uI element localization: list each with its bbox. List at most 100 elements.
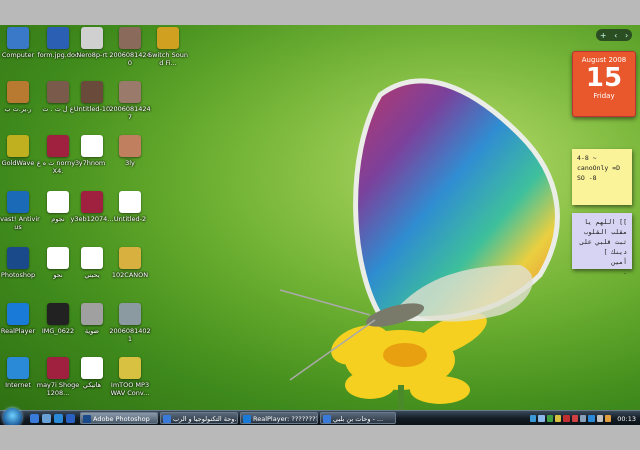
desktop: Computer form.jpg.doc Nero8p-rt 20060814240… xyxy=(0,25,640,425)
start-button[interactable] xyxy=(3,408,22,425)
desktop-icon[interactable]: Photoshop xyxy=(0,247,40,279)
photo-icon xyxy=(119,135,141,157)
system-tray: 00:13 xyxy=(529,411,640,425)
desktop-icon[interactable]: Computer xyxy=(0,27,40,59)
taskbar-button[interactable]: وحة التكنولوجيا و الرب... xyxy=(160,412,238,424)
photoshop-icon xyxy=(7,247,29,269)
tray-icon[interactable] xyxy=(579,415,587,422)
sticky-note-purple[interactable]: ]] اللهم يا مقلب القلوب ثبت قلبي على دين… xyxy=(572,213,632,276)
note-line: canoOnly =D xyxy=(577,164,621,172)
folder-icon xyxy=(119,247,141,269)
desktop-icon[interactable]: 102CANON xyxy=(108,247,152,279)
internet-explorer-icon xyxy=(7,357,29,379)
note-line: أمين xyxy=(611,258,627,266)
desktop-icon-label: 20060814247 xyxy=(109,105,151,121)
internet-explorer-icon[interactable] xyxy=(54,414,63,423)
desktop-icon[interactable]: ImTOO MP3 WAV Conv... xyxy=(108,357,152,397)
tray-icon[interactable] xyxy=(563,415,570,422)
taskbar-button[interactable]: وحات بن بلبي - ... xyxy=(320,412,396,424)
photo-icon xyxy=(47,303,69,325)
note-line: . xyxy=(623,268,627,276)
photo-icon xyxy=(119,303,141,325)
tray-icon[interactable] xyxy=(596,415,603,422)
text-file-icon xyxy=(81,357,103,379)
sticky-note-yellow[interactable]: 4-8 ~ canoOnly =D SO -8 xyxy=(572,149,632,205)
taskbar-app-icon xyxy=(323,415,331,423)
tray-icon[interactable] xyxy=(604,415,612,422)
photo-icon xyxy=(81,81,103,103)
desktop-icon-label: RealPlayer xyxy=(0,327,36,335)
avast-icon xyxy=(7,191,29,213)
calendar-gadget[interactable]: August 2008 15 Friday xyxy=(572,51,636,117)
desktop-icon[interactable]: ر.ير.ت ب xyxy=(0,81,40,113)
calendar-day: 15 xyxy=(585,63,623,93)
realplayer-icon xyxy=(7,303,29,325)
desktop-icon[interactable]: 20060814021 xyxy=(108,303,152,343)
tray-icon[interactable] xyxy=(554,415,562,422)
winrar-icon xyxy=(47,135,69,157)
taskbar-button[interactable]: Adobe Photoshop xyxy=(80,412,158,424)
desktop-icon-label: 3ly xyxy=(125,159,135,167)
desktop-icon[interactable]: Untitled-2 xyxy=(108,191,152,223)
image-file-icon xyxy=(47,191,69,213)
note-line: SO -8 xyxy=(577,174,597,182)
tray-icon[interactable] xyxy=(588,415,595,422)
desktop-icon-label: Switch Sound Fi... xyxy=(148,51,188,67)
desktop-icon-label: avast! Antivirus xyxy=(0,215,40,231)
taskbar-button[interactable]: RealPlayer: ????????? ... xyxy=(240,412,318,424)
next-icon[interactable]: › xyxy=(625,31,628,40)
winrar-icon xyxy=(81,191,103,213)
goldwave-icon xyxy=(7,135,29,157)
bluetooth-icon[interactable] xyxy=(66,414,75,423)
desktop-icon[interactable]: Switch Sound Fi... xyxy=(146,27,190,67)
taskbar-app-icon xyxy=(163,415,171,423)
image-file-icon xyxy=(119,191,141,213)
photo-icon xyxy=(119,27,141,49)
desktop-icon[interactable]: 20060814247 xyxy=(108,81,152,121)
taskbar-button-label: Adobe Photoshop xyxy=(93,415,150,423)
sidebar-controls[interactable]: + ‹ › xyxy=(596,29,632,41)
desktop-icon[interactable]: 3ly xyxy=(108,135,152,167)
desktop-icon-label: 102CANON xyxy=(111,271,149,279)
taskbar: Adobe Photoshop وحة التكنولوجيا و الرب...… xyxy=(0,408,640,425)
computer-icon xyxy=(7,27,29,49)
desktop-icon[interactable]: Internet xyxy=(0,357,40,389)
clock[interactable]: 00:13 xyxy=(617,415,636,423)
photo-icon xyxy=(119,81,141,103)
switch-sound-icon xyxy=(157,27,179,49)
note-line: ثبت قلبي على دينك ] xyxy=(580,238,627,256)
briefcase-icon xyxy=(7,81,29,103)
taskbar-button-label: وحات بن بلبي - ... xyxy=(333,415,384,423)
mp3-file-icon xyxy=(81,135,103,157)
desktop-icon-label: ر.ير.ت ب xyxy=(4,105,32,113)
previous-icon[interactable]: ‹ xyxy=(614,31,617,40)
desktop-icon-label: ImTOO MP3 WAV Conv... xyxy=(110,381,150,397)
desktop-icon-label: Internet xyxy=(5,381,31,389)
word-document-icon xyxy=(47,27,69,49)
photo-icon xyxy=(81,303,103,325)
desktop-icon[interactable]: avast! Antivirus xyxy=(0,191,40,231)
tray-icon[interactable] xyxy=(538,415,545,422)
tray-icon[interactable] xyxy=(571,415,578,422)
note-line: ]] اللهم يا مقلب القلوب xyxy=(583,218,627,236)
desktop-icon-label: GoldWave xyxy=(1,159,35,167)
add-gadget-icon[interactable]: + xyxy=(600,31,607,40)
taskbar-app-icon xyxy=(243,415,251,423)
desktop-icon-label: Computer xyxy=(1,51,35,59)
desktop-icon-label: 20060814021 xyxy=(109,327,151,343)
desktop-icon-label: Untitled-2 xyxy=(113,215,147,223)
desktop-icon[interactable]: RealPlayer xyxy=(0,303,40,335)
note-line: 4-8 ~ xyxy=(577,154,597,162)
mp3-converter-icon xyxy=(119,357,141,379)
desktop-icon-label: Photoshop xyxy=(0,271,36,279)
text-file-icon xyxy=(81,247,103,269)
tray-icon[interactable] xyxy=(529,415,537,422)
calendar-weekday: Friday xyxy=(593,92,615,100)
taskbar-button-label: وحة التكنولوجيا و الرب... xyxy=(173,415,237,423)
image-file-icon xyxy=(47,247,69,269)
switch-windows-icon[interactable] xyxy=(42,414,51,423)
tray-icon[interactable] xyxy=(546,415,553,422)
desktop-icon[interactable]: GoldWave xyxy=(0,135,40,167)
photo-icon xyxy=(47,81,69,103)
show-desktop-icon[interactable] xyxy=(30,414,39,423)
